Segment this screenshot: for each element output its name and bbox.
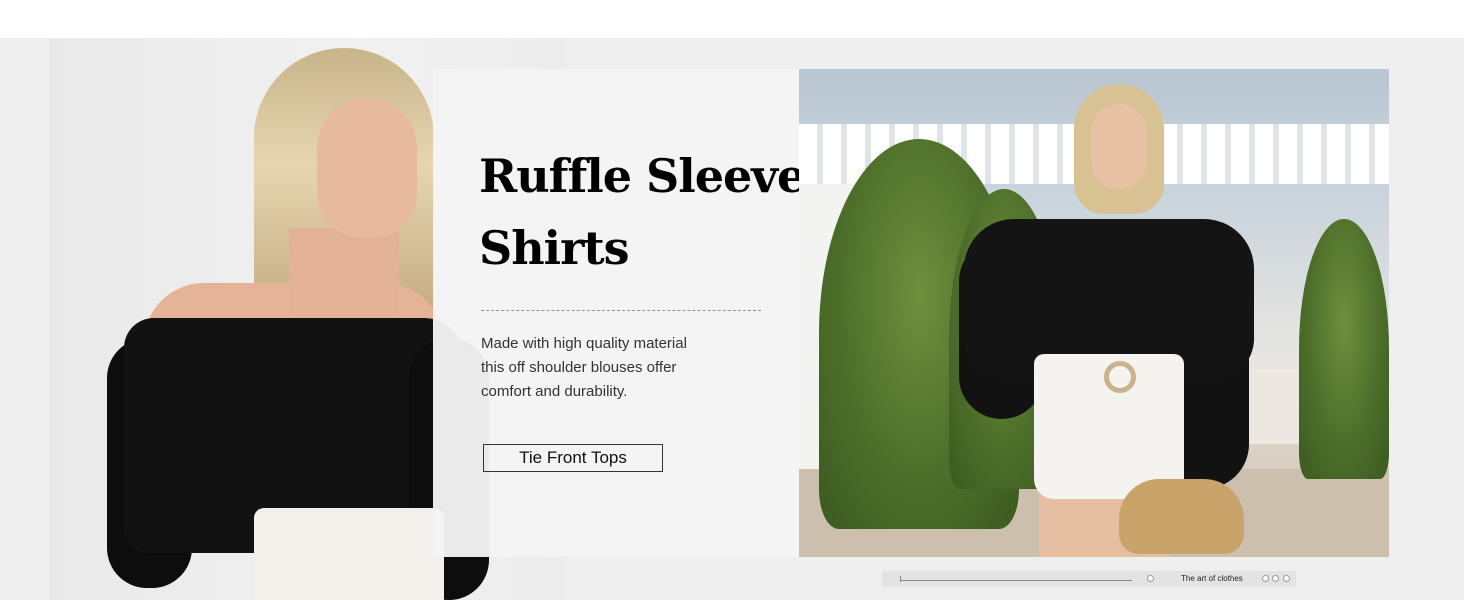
description-line-3: comfort and durability.: [481, 383, 628, 400]
dashed-divider: [481, 310, 761, 311]
model-white-jeans: [254, 508, 444, 600]
nav-dot-3[interactable]: [1272, 575, 1279, 582]
hero-description: Made with high quality material this off…: [481, 332, 731, 404]
hero-headline: Ruffle Sleeve Shirts: [479, 140, 809, 284]
palm-plant-right: [1299, 219, 1389, 479]
woven-bag: [1119, 479, 1244, 554]
model-face: [317, 98, 417, 238]
description-line-1: Made with high quality material: [481, 335, 687, 352]
description-line-2: this off shoulder blouses offer: [481, 359, 677, 376]
headline-line-2: Shirts: [479, 221, 630, 275]
footer-caption: The art of clothes: [1181, 574, 1243, 583]
belt-buckle: [1104, 361, 1136, 393]
nav-dot-1[interactable]: [1147, 575, 1154, 582]
headline-line-1: Ruffle Sleeve: [479, 149, 806, 203]
nav-dot-4[interactable]: [1283, 575, 1290, 582]
progress-line: [900, 580, 1132, 581]
nav-dot-2[interactable]: [1262, 575, 1269, 582]
model-face: [1091, 104, 1147, 189]
progress-start-tick: [900, 576, 901, 582]
model-photo-right: [799, 69, 1389, 557]
tie-front-tops-button[interactable]: Tie Front Tops: [483, 444, 663, 472]
